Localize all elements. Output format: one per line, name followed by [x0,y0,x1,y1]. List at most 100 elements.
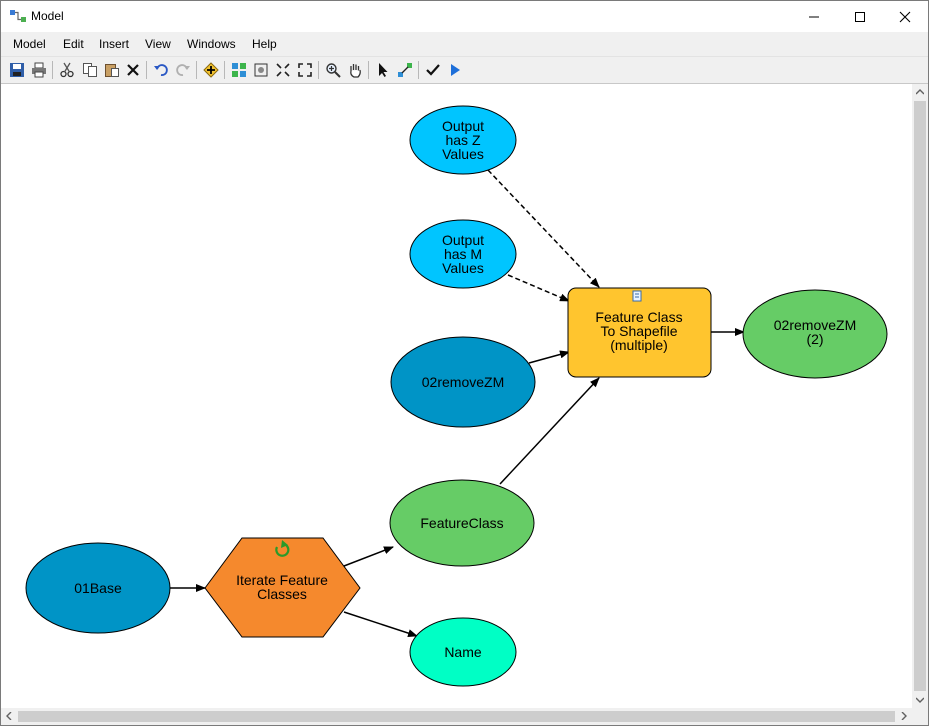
title-bar: Model [1,1,928,32]
model-diagram: Output has Z Values Output has M Values … [25,105,888,687]
node-featureclass[interactable]: FeatureClass [389,479,535,567]
undo-icon [154,64,168,76]
cut-icon [60,62,74,78]
node-02removezm[interactable]: 02removeZM [390,336,536,428]
node-output-has-z-values[interactable]: Output has Z Values [409,105,517,175]
connector-output-m-to-tool[interactable] [507,274,570,302]
close-button[interactable] [882,1,928,32]
redo-button[interactable] [174,61,192,79]
undo-button[interactable] [152,61,170,79]
save-button[interactable] [8,61,26,79]
select-button[interactable] [374,61,392,79]
scroll-right-button[interactable] [896,708,912,724]
scroll-right-icon [901,712,907,720]
node-label-line: (multiple) [610,337,668,353]
connector-iterate-to-featureclass[interactable] [343,546,394,567]
maximize-button[interactable] [837,1,883,32]
node-feature-class-to-shapefile-tool[interactable]: Feature Class To Shapefile (multiple) [567,287,712,378]
connect-icon [398,63,412,77]
horizontal-scrollbar[interactable] [1,708,912,725]
full-extent-icon [254,63,268,77]
node-label-line: (2) [806,331,823,347]
node-label-line: 01Base [74,580,122,596]
maximize-icon [855,11,865,22]
close-icon [899,11,911,22]
scrollbar-corner [912,708,928,725]
paste-icon [105,64,119,77]
menu-view[interactable]: View [145,37,171,51]
menu-bar: Model Edit Insert View Windows Help [1,32,928,57]
toolbar-separator [52,61,53,79]
menu-model[interactable]: Model [13,37,46,51]
add-data-button[interactable] [202,61,220,79]
add-data-icon [203,62,219,78]
connector-removezm-to-tool[interactable] [528,350,570,364]
paste-button[interactable] [103,61,121,79]
auto-layout-button[interactable] [230,61,248,79]
minimize-button[interactable] [791,1,837,32]
vertical-scroll-thumb[interactable] [914,101,926,691]
scroll-left-button[interactable] [1,708,17,724]
toolbar-separator [146,61,147,79]
print-icon [32,62,46,78]
run-button[interactable] [446,61,464,79]
fixed-zoom-out-icon [298,63,312,77]
node-label-line: Classes [257,586,307,602]
node-iterate-feature-classes[interactable]: Iterate Feature Classes [204,537,361,638]
toolbar-separator [318,61,319,79]
node-02removezm-2[interactable]: 02removeZM (2) [742,289,888,379]
redo-icon [176,64,190,76]
toolbar-separator [418,61,419,79]
print-button[interactable] [30,61,48,79]
full-extent-button[interactable] [252,61,270,79]
delete-button[interactable] [124,61,142,79]
node-label-line: Values [442,146,484,162]
toolbar-separator [224,61,225,79]
scroll-up-icon [916,89,924,95]
menu-edit[interactable]: Edit [63,37,84,51]
menu-insert[interactable]: Insert [99,37,129,51]
toolbar-separator [368,61,369,79]
node-01base[interactable]: 01Base [25,542,171,634]
horizontal-scroll-thumb[interactable] [18,711,895,722]
scroll-up-button[interactable] [912,84,928,100]
menu-windows[interactable]: Windows [187,37,236,51]
select-icon [379,63,388,77]
pan-button[interactable] [346,61,364,79]
model-app-icon [10,10,26,22]
auto-layout-icon [232,63,246,77]
node-label-line: Values [442,260,484,276]
run-icon [451,64,460,76]
validate-button[interactable] [424,61,442,79]
node-label-line: Name [444,644,482,660]
window-title: Model [31,9,64,23]
zoom-in-button[interactable] [324,61,342,79]
validate-icon [426,64,440,76]
menu-help[interactable]: Help [252,37,277,51]
fixed-zoom-out-button[interactable] [296,61,314,79]
node-output-has-m-values[interactable]: Output has M Values [409,219,517,289]
connector-iterate-to-name[interactable] [343,611,418,637]
fixed-zoom-in-icon [276,63,290,77]
node-label-line: 02removeZM [422,374,504,390]
toolbar [1,57,928,84]
model-window: Model Model Edit Insert View Windows Hel… [0,0,929,726]
vertical-scrollbar[interactable] [912,84,928,708]
cut-button[interactable] [58,61,76,79]
node-label-line: FeatureClass [420,515,503,531]
model-canvas[interactable]: Output has Z Values Output has M Values … [1,84,912,708]
pan-icon [350,64,361,78]
minimize-icon [809,16,819,17]
node-name[interactable]: Name [409,617,517,687]
copy-icon [83,63,97,77]
copy-button[interactable] [81,61,99,79]
scroll-left-icon [6,712,12,720]
toolbar-separator [196,61,197,79]
zoom-in-icon [326,63,341,78]
scroll-down-button[interactable] [912,692,928,708]
tool-script-icon [632,290,642,302]
connect-button[interactable] [396,61,414,79]
scroll-down-icon [916,697,924,703]
fixed-zoom-in-button[interactable] [274,61,292,79]
save-icon [10,63,24,77]
